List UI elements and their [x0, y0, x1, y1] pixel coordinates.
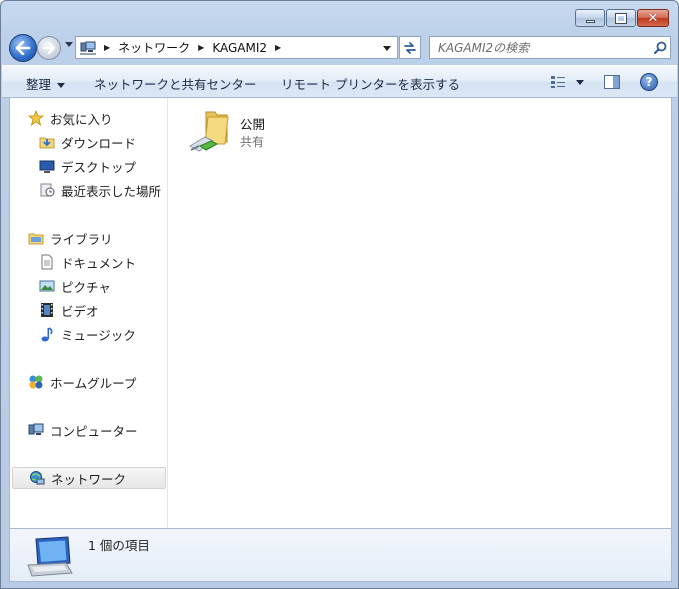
desktop-icon [39, 158, 55, 174]
nav-documents[interactable]: ドキュメント [39, 251, 136, 273]
forward-button[interactable] [37, 36, 61, 60]
organize-menu[interactable]: 整理 [26, 74, 66, 93]
command-bar: 整理 ネットワークと共有センター リモート プリンターを表示する ? [2, 65, 677, 98]
nav-label: ダウンロード [61, 135, 137, 151]
file-name: 公開 [240, 117, 266, 132]
file-type: 共有 [240, 135, 265, 149]
forward-arrow-icon [42, 42, 56, 54]
nav-label: ミュージック [61, 327, 136, 343]
chevron-down-icon [576, 79, 584, 85]
pictures-icon [39, 278, 55, 294]
nav-recent-places[interactable]: 最近表示した場所 [39, 179, 161, 201]
network-sharing-center-button[interactable]: ネットワークと共有センター [94, 74, 257, 93]
nav-favorites[interactable]: お気に入り [28, 107, 113, 129]
libraries-icon [28, 230, 44, 246]
close-button[interactable]: ✕ [637, 9, 669, 27]
file-list: 公開 共有 [169, 98, 671, 528]
breadcrumb-separator[interactable]: ▶ [198, 43, 204, 52]
nav-downloads[interactable]: ダウンロード [39, 131, 136, 153]
video-icon [39, 302, 55, 318]
refresh-icon [404, 41, 416, 54]
search-input[interactable] [438, 37, 650, 58]
network-computer-icon [27, 536, 73, 577]
preview-pane-icon [604, 75, 620, 89]
help-icon[interactable]: ? [640, 73, 658, 91]
nav-label: ドキュメント [61, 255, 137, 271]
nav-homegroup[interactable]: ホームグループ [28, 371, 136, 393]
navigation-bar: ▶ ネットワーク ▶ KAGAMI2 ▶ [9, 33, 671, 62]
show-remote-printers-button[interactable]: リモート プリンターを表示する [281, 74, 460, 93]
recent-places-icon [39, 182, 55, 198]
network-icon [80, 40, 96, 56]
preview-pane-button[interactable] [604, 75, 620, 92]
breadcrumb-separator[interactable]: ▶ [104, 43, 110, 52]
breadcrumb-separator[interactable]: ▶ [275, 43, 281, 52]
search-box[interactable] [429, 36, 671, 59]
nav-libraries[interactable]: ライブラリ [28, 227, 113, 249]
caption-buttons: ✕ [575, 9, 669, 27]
nav-label: ライブラリ [50, 231, 113, 247]
nav-label: ピクチャ [61, 279, 111, 295]
maximize-button[interactable] [606, 9, 636, 27]
chevron-down-icon [57, 83, 66, 88]
breadcrumb-kagami2[interactable]: KAGAMI2 [212, 41, 267, 55]
close-icon: ✕ [647, 10, 659, 26]
downloads-folder-icon [39, 134, 55, 150]
music-note-icon [39, 326, 55, 342]
navigation-pane: お気に入り ダウンロード デスクトップ 最近表示した場所 ライブラリ ドキュメン… [10, 98, 168, 528]
network-globe-icon [29, 470, 45, 486]
explorer-window: ✕ ▶ ネットワーク ▶ KAGAMI2 ▶ KAGAMI2の検索 整理 ネット… [0, 0, 679, 589]
organize-label: 整理 [26, 77, 52, 92]
nav-label: ホームグループ [50, 375, 137, 391]
nav-music[interactable]: ミュージック [39, 323, 136, 345]
nav-network[interactable]: ネットワーク [12, 467, 166, 489]
nav-desktop[interactable]: デスクトップ [39, 155, 136, 177]
item-count: 1 個の項目 [88, 538, 150, 553]
computer-icon [28, 422, 44, 438]
recent-pages-dropdown[interactable] [65, 42, 73, 47]
view-icon [551, 76, 565, 88]
breadcrumb-network[interactable]: ネットワーク [118, 39, 190, 56]
back-button[interactable] [9, 34, 37, 62]
content-area: お気に入り ダウンロード デスクトップ 最近表示した場所 ライブラリ ドキュメン… [9, 98, 672, 528]
details-pane: 1 個の項目 [9, 528, 672, 582]
star-icon [28, 110, 44, 126]
nav-label: お気に入り [50, 111, 113, 127]
change-view-button[interactable] [550, 75, 584, 89]
search-icon[interactable] [650, 41, 670, 54]
homegroup-icon [28, 374, 44, 390]
nav-label: コンピューター [50, 423, 138, 439]
address-dropdown[interactable] [383, 46, 391, 51]
nav-label: ネットワーク [51, 471, 127, 487]
nav-label: デスクトップ [61, 159, 137, 175]
nav-pictures[interactable]: ピクチャ [39, 275, 111, 297]
nav-videos[interactable]: ビデオ [39, 299, 99, 321]
back-arrow-icon [15, 41, 31, 55]
refresh-button[interactable] [399, 36, 421, 59]
shared-folder-icon [189, 111, 229, 152]
minimize-button[interactable] [575, 9, 605, 27]
list-item[interactable]: 公開 共有 [187, 106, 297, 158]
document-icon [39, 254, 55, 270]
nav-label: 最近表示した場所 [61, 183, 162, 199]
address-bar[interactable]: ▶ ネットワーク ▶ KAGAMI2 ▶ [75, 36, 398, 59]
nav-label: ビデオ [61, 303, 99, 319]
nav-computer[interactable]: コンピューター [28, 419, 138, 441]
